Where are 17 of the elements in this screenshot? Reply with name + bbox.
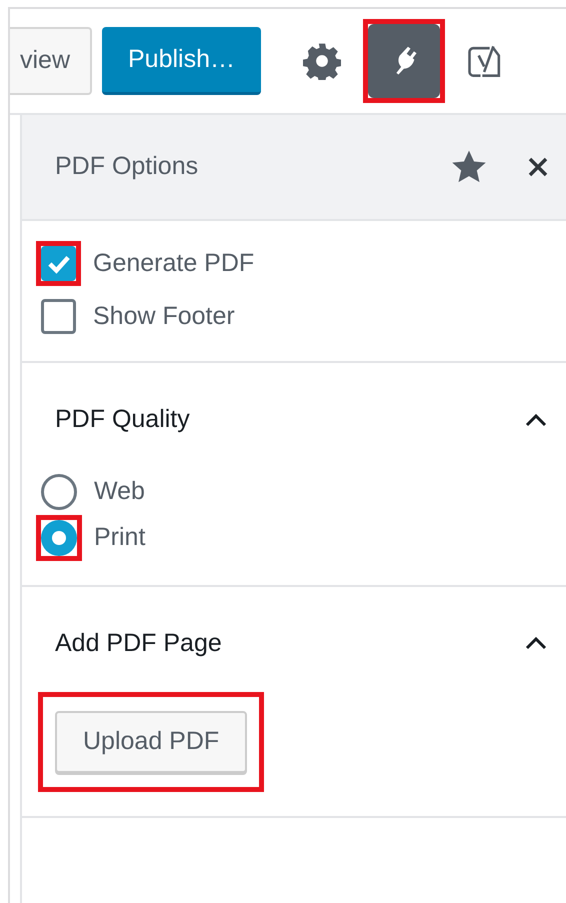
upload-button[interactable]: Upload PDF bbox=[55, 711, 248, 773]
chevron-up-icon[interactable] bbox=[524, 412, 548, 428]
star-icon[interactable] bbox=[450, 149, 488, 185]
checkbox-label: Generate PDF bbox=[93, 248, 254, 279]
radio-label: Print bbox=[94, 522, 146, 553]
section-title: Add PDF Page bbox=[55, 628, 222, 658]
publish-button[interactable]: Publish… bbox=[102, 27, 261, 95]
checkbox[interactable] bbox=[41, 299, 76, 334]
section-title: PDF Quality bbox=[55, 404, 190, 435]
radio-label: Web bbox=[94, 476, 145, 507]
close-icon[interactable] bbox=[528, 157, 548, 177]
checkbox-label: Show Footer bbox=[93, 300, 235, 332]
gear-icon bbox=[303, 42, 341, 80]
preview-button[interactable]: view bbox=[10, 27, 92, 95]
chevron-up-icon[interactable] bbox=[524, 635, 548, 652]
panel-title: PDF Options bbox=[55, 151, 200, 182]
radio-button[interactable] bbox=[41, 474, 77, 510]
